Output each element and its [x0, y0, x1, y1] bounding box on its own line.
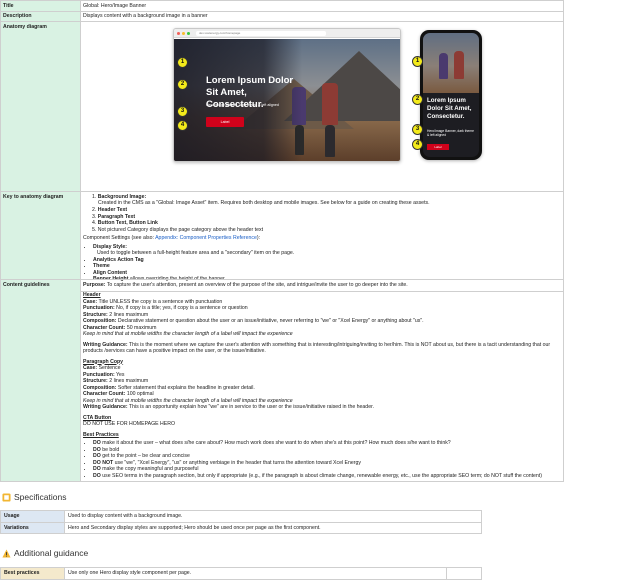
phone-hero-title: Lorem Ipsum Dolor Sit Amet, Consectetur. — [427, 97, 472, 120]
writing-guidance: Writing Guidance: This is the moment whe… — [83, 341, 551, 355]
specifications-heading: Specifications — [2, 492, 66, 503]
best-practices-label: Best practices — [0, 567, 65, 580]
usage-value: Used to display content with a backgroun… — [64, 510, 482, 523]
hiker-legs — [325, 125, 335, 157]
badge-3: 3 — [412, 124, 423, 135]
title-value: Global: Hero/Image Banner — [80, 0, 564, 12]
phone-hero-button[interactable]: Label — [427, 144, 449, 150]
key-cell: 1. Background Image: Created in the CMS … — [80, 191, 564, 292]
badge-4: 4 — [412, 139, 423, 150]
best-practices-value: Use only one Hero display style componen… — [64, 567, 447, 580]
minimize-dot-icon — [182, 32, 185, 35]
phone-screen: Lorem Ipsum Dolor Sit Amet, Consectetur.… — [423, 33, 479, 157]
badge-4: 4 — [177, 120, 188, 131]
variations-value: Hero and Secondary display styles are su… — [64, 521, 482, 534]
desktop-hero-image: Lorem Ipsum Dolor Sit Amet, Consectetur.… — [174, 39, 400, 161]
list-item: DO use SEO terms in the paragraph sectio… — [93, 473, 561, 480]
hiker-figure — [439, 53, 448, 79]
content-guidelines-table: Content guidelines Purpose: To capture t… — [0, 279, 564, 482]
specifications-table: Usage Used to display content with a bac… — [0, 510, 482, 534]
desktop-mockup: dev.xcelenergy.com/homepage Lorem Ipsum … — [173, 28, 401, 162]
content-guidelines-label: Content guidelines — [0, 279, 81, 482]
key-list: 1. Background Image: Created in the CMS … — [92, 194, 561, 234]
phone-hero-paragraph: Hero/Image Banner, dark theme & left ali… — [427, 129, 474, 138]
badge-3: 3 — [177, 106, 188, 117]
settings-list: Display Style: Used to toggle between a … — [93, 244, 561, 283]
best-practices-list: DO make it about the user – what does s/… — [93, 440, 561, 479]
description-value: Displays content with a background image… — [80, 10, 564, 22]
hero-button[interactable]: Label — [206, 117, 244, 127]
hero-paragraph: Hero/Image Banner, dark theme & left ali… — [206, 103, 279, 107]
specifications-icon — [2, 493, 11, 502]
key-label: Key to anatomy diagram — [0, 191, 81, 292]
browser-url: dev.xcelenergy.com/homepage — [196, 31, 326, 36]
phone-mockup: Lorem Ipsum Dolor Sit Amet, Consectetur.… — [420, 30, 482, 160]
badge-2: 2 — [177, 79, 188, 90]
badge-1: 1 — [412, 56, 423, 67]
browser-bar: dev.xcelenergy.com/homepage — [174, 29, 400, 38]
key-item-3: 3. Paragraph Text — [92, 213, 136, 220]
key-item-1-detail: Created in the CMS as a "Global: Image A… — [98, 200, 430, 207]
appendix-link[interactable]: Appendix: Component Properties Reference — [155, 235, 257, 241]
hiker-figure — [454, 51, 464, 79]
phone-hero-image — [423, 33, 479, 93]
close-dot-icon — [177, 32, 180, 35]
anatomy-label: Anatomy diagram — [0, 21, 81, 192]
badge-2: 2 — [412, 94, 423, 105]
content-guidelines-body: Purpose: To capture the user's attention… — [80, 279, 564, 482]
hiker-figure — [322, 83, 338, 125]
empty-cell — [446, 567, 482, 580]
warning-icon — [2, 549, 11, 558]
key-item-1: 1. Background Image: — [92, 193, 147, 200]
badge-1: 1 — [177, 57, 188, 68]
additional-guidance-table: Best practices Use only one Hero display… — [0, 567, 482, 580]
additional-guidance-heading: Additional guidance — [2, 548, 88, 559]
key-item-2: 2. Header Text — [92, 206, 128, 213]
description-label: Description — [0, 10, 81, 22]
usage-label: Usage — [0, 510, 65, 523]
variations-label: Variations — [0, 521, 65, 534]
key-item-4: 4. Button Text, Button Link — [92, 220, 158, 227]
component-settings-intro: Component Settings (see also: Appendix: … — [83, 235, 261, 242]
maximize-dot-icon — [187, 32, 190, 35]
key-item-5: 5. Not pictured Category displays the pa… — [92, 226, 264, 233]
title-label: Title — [0, 0, 81, 12]
